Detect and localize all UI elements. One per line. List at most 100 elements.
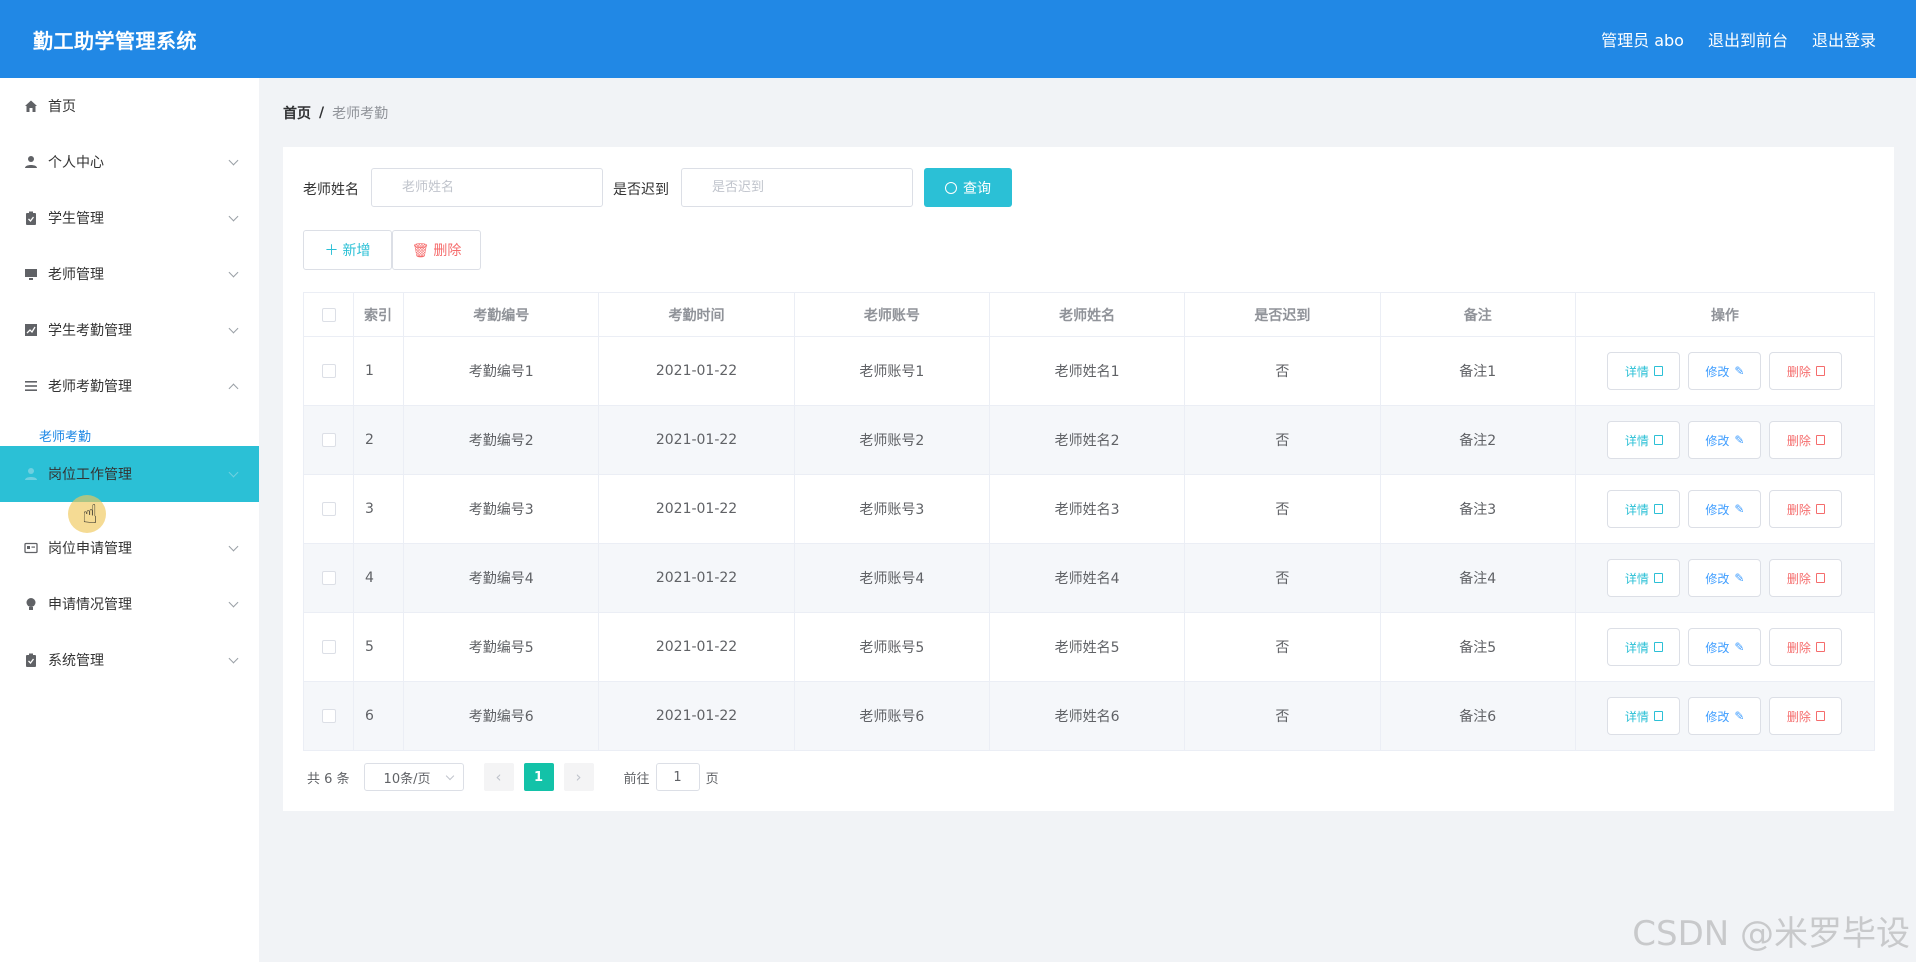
table-cell: 否 [1184,612,1381,682]
table-cell: 6 [353,681,405,751]
edit-button[interactable]: 修改 ✎ [1688,352,1762,390]
select-all-checkbox[interactable] [321,307,336,322]
chevron-down-icon [228,267,239,277]
sidebar-item-label: 老师考勤管理 [48,379,132,395]
teacher-name-input[interactable] [371,168,603,207]
delete-button[interactable]: 删除 [1769,628,1843,666]
table-cell: 考勤编号6 [403,681,600,751]
edit-button[interactable]: 修改 ✎ [1688,421,1762,459]
table-row: 3 考勤编号3 2021-01-22 老师账号3 老师姓名3 否备注3 详情 修改 ✎ 删除 [302,474,1876,544]
breadcrumb-home[interactable]: 首页 [283,103,311,123]
edit-button[interactable]: 修改 ✎ [1688,628,1762,666]
delete-button[interactable]: 删除 [1769,490,1843,528]
attendance-table: 索引 考勤编号 考勤时间 老师账号 老师姓名 是否迟到 备注 操作 1 考勤编号1… [302,292,1876,751]
row-checkbox[interactable] [321,571,336,585]
row-checkbox[interactable] [321,364,336,378]
table-cell: 考勤编号3 [403,474,600,544]
query-button[interactable]: 查询 [924,168,1012,207]
column-header: 操作 [1574,292,1876,337]
chevron-down-icon [228,155,239,165]
logout-link[interactable]: 退出登录 [1812,27,1876,51]
delete-button[interactable]: 删除 [1769,559,1843,597]
sidebar-item-label: 首页 [48,99,76,115]
table-cell: 老师账号3 [793,474,990,544]
trash-icon [1815,504,1825,514]
delete-button-label: 删除 [433,242,462,258]
row-select-cell [302,405,355,475]
sidebar-item-job-application[interactable]: 岗位申请管理 [0,520,259,576]
chevron-down-icon [445,771,454,781]
plus-icon: ＋ [324,242,339,258]
table-cell: 老师姓名3 [988,474,1186,544]
chevron-down-icon [228,467,239,477]
goto-page-input[interactable] [655,763,700,791]
edit-button[interactable]: 修改 ✎ [1688,559,1762,597]
sidebar-item-application-status[interactable]: 申请情况管理 [0,576,259,632]
edit-button-label: 修改 [1705,709,1730,724]
top-header: 勤工助学管理系统 管理员 abo 退出到前台 退出登录 [0,0,1916,78]
sidebar-item-students[interactable]: 学生管理 [0,190,259,246]
detail-button[interactable]: 详情 [1607,352,1681,390]
sidebar-item-job-work[interactable]: 岗位工作管理 [0,446,259,502]
detail-button[interactable]: 详情 [1607,559,1681,597]
sidebar-item-system[interactable]: 系统管理 [0,632,259,688]
delete-button[interactable]: 删除 [1769,352,1843,390]
sidebar-item-home[interactable]: 首页 [0,78,259,134]
edit-button[interactable]: 修改 ✎ [1688,697,1762,735]
chart-icon [23,322,39,338]
delete-button-label: 删除 [1786,502,1811,517]
detail-button[interactable]: 详情 [1607,421,1681,459]
edit-button[interactable]: 修改 ✎ [1688,490,1762,528]
sidebar-item-label: 学生管理 [48,211,104,227]
row-actions-cell: 详情 修改 ✎ 删除 [1574,681,1876,751]
document-icon [1653,504,1663,514]
delete-button[interactable]: 删除 [1769,421,1843,459]
table-cell: 2021-01-22 [598,543,795,613]
table-cell: 备注4 [1379,543,1576,613]
delete-button-label: 删除 [1786,709,1811,724]
delete-button[interactable]: 删除 [1769,697,1843,735]
detail-button[interactable]: 详情 [1607,490,1681,528]
header-actions: 管理员 abo 退出到前台 退出登录 [1601,27,1876,51]
row-actions-cell: 详情 修改 ✎ 删除 [1574,405,1876,475]
sidebar-item-student-attendance[interactable]: 学生考勤管理 [0,302,259,358]
table-cell: 2021-01-22 [598,612,795,682]
bulb-icon [23,596,39,612]
chevron-down-icon [228,211,239,221]
sidebar-item-label: 学生考勤管理 [48,323,132,339]
table-cell: 老师账号6 [793,681,990,751]
delete-button-label: 删除 [1786,571,1811,586]
pencil-icon: ✎ [1734,502,1745,516]
prev-page-button[interactable]: ‹ [483,763,514,791]
page-number-current[interactable]: 1 [523,763,554,791]
detail-button[interactable]: 详情 [1607,628,1681,666]
sidebar-item-teachers[interactable]: 老师管理 [0,246,259,302]
table-cell: 2021-01-22 [598,474,795,544]
next-page-button[interactable]: › [563,763,594,791]
add-button[interactable]: ＋ 新增 [303,230,392,270]
exit-to-front-link[interactable]: 退出到前台 [1708,27,1788,51]
sidebar-item-profile[interactable]: 个人中心 [0,134,259,190]
column-header: 考勤编号 [403,292,600,337]
row-checkbox[interactable] [321,433,336,447]
id-card-icon [23,540,39,556]
batch-delete-button[interactable]: 🗑 删除 [392,230,481,270]
document-icon [1653,642,1663,652]
delete-button-label: 删除 [1786,433,1811,448]
table-cell: 否 [1184,681,1381,751]
table-cell: 老师姓名6 [988,681,1186,751]
column-header: 老师姓名 [988,292,1186,337]
detail-button[interactable]: 详情 [1607,697,1681,735]
late-input[interactable] [681,168,913,207]
table-row: 5 考勤编号5 2021-01-22 老师账号5 老师姓名5 否备注5 详情 修改 ✎ 删除 [302,612,1876,682]
table-cell: 备注1 [1379,336,1576,406]
sidebar-subitem-teacher-attendance[interactable]: 老师考勤 [39,426,91,445]
delete-button-label: 删除 [1786,640,1811,655]
sidebar-item-teacher-attendance[interactable]: 老师考勤管理 [0,358,259,414]
watermark: CSDN @米罗毕设 [1632,914,1910,954]
row-checkbox[interactable] [321,709,336,723]
delete-button-label: 删除 [1786,364,1811,379]
page-size-select[interactable]: 10条/页 [363,763,464,791]
row-checkbox[interactable] [321,502,336,516]
row-checkbox[interactable] [321,640,336,654]
